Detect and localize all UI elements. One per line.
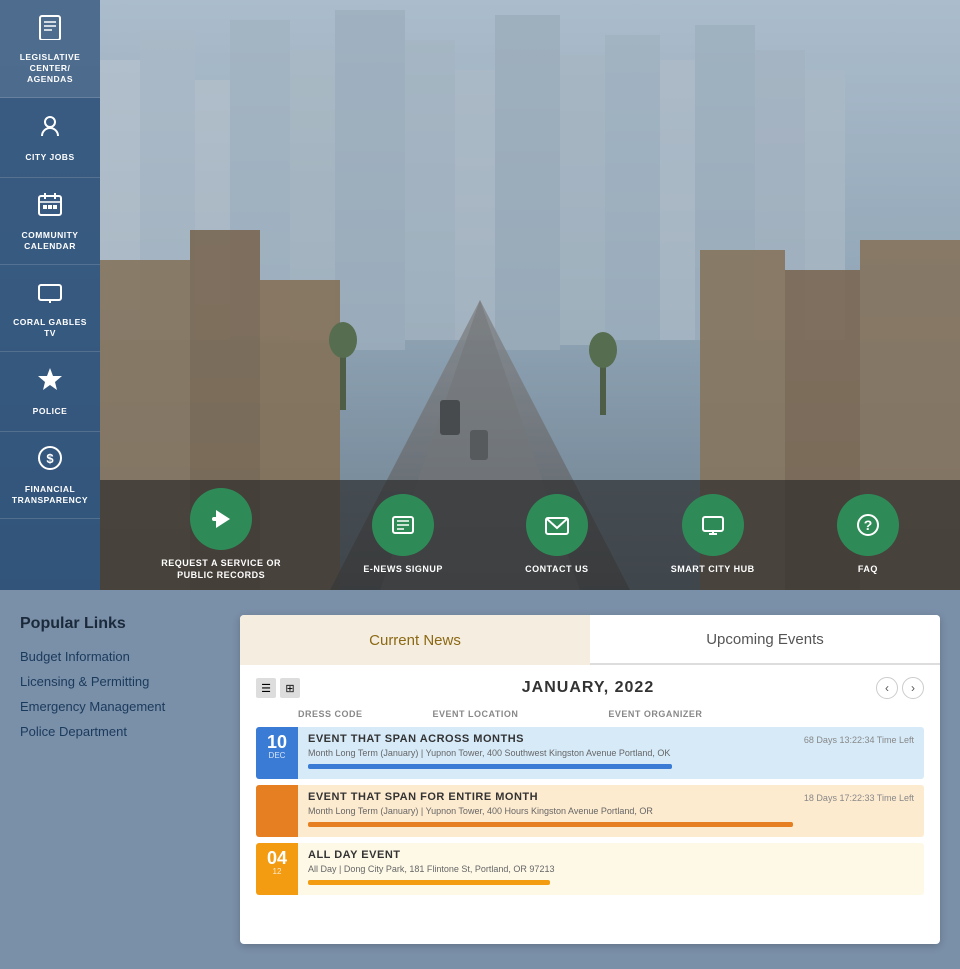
calendar-title: JANUARY, 2022 [522,679,654,697]
popular-links-title: Popular Links [20,615,220,633]
svg-text:?: ? [864,517,873,533]
col-dress-code: DRESS CODE [298,709,363,719]
legislative-icon [36,12,64,47]
event-title-2: EVENT THAT SPAN FOR ENTIRE MONTH [308,791,538,803]
tab-upcoming-events[interactable]: Upcoming Events [590,615,940,665]
col-event-organizer: EVENT ORGANIZER [608,709,702,719]
sidebar-label-calendar: COMMUNITY CALENDAR [6,230,94,252]
event-row-1[interactable]: 10 DEC EVENT THAT SPAN ACROSS MONTHS 68 … [256,727,924,779]
action-label-faq: FAQ [858,564,878,576]
event-details-2: Month Long Term (January) | Yupnon Tower… [308,806,914,816]
link-budget[interactable]: Budget Information [20,649,220,664]
smartcity-circle [682,494,744,556]
action-faq[interactable]: ? FAQ [837,494,899,576]
event-body-2: EVENT THAT SPAN FOR ENTIRE MONTH 18 Days… [298,785,924,837]
sidebar-label-police: POLICE [33,406,68,417]
news-panel: Current News Upcoming Events ☰ ⊞ JANUARY… [240,615,940,944]
event-row-2[interactable]: EVENT THAT SPAN FOR ENTIRE MONTH 18 Days… [256,785,924,837]
action-bar: REQUEST A SERVICE OR PUBLIC RECORDS E-NE… [100,480,960,590]
event-progress-1 [308,764,672,769]
hero-section: LEGISLATIVE CENTER/ AGENDAS CITY JOBS CO… [0,0,960,590]
sidebar-item-financial[interactable]: $ FINANCIAL TRANSPARENCY [0,432,100,519]
event-timer-2: 18 Days 17:22:33 Time Left [804,793,914,803]
police-icon [36,366,64,401]
action-label-request: REQUEST A SERVICE OR PUBLIC RECORDS [161,558,281,581]
link-police[interactable]: Police Department [20,724,220,739]
cal-prev[interactable]: ‹ [876,677,898,699]
event-date-num-3: 04 [267,849,287,867]
faq-circle: ? [837,494,899,556]
sidebar-item-calendar[interactable]: COMMUNITY CALENDAR [0,178,100,265]
svg-text:$: $ [46,451,54,466]
event-title-3: ALL DAY EVENT [308,849,401,861]
sidebar-label-legislative: LEGISLATIVE CENTER/ AGENDAS [6,52,94,85]
action-label-enews: E-NEWS SIGNUP [363,564,443,576]
cal-list-view[interactable]: ☰ [256,678,276,698]
link-emergency[interactable]: Emergency Management [20,699,220,714]
action-enews[interactable]: E-NEWS SIGNUP [363,494,443,576]
tv-icon [36,277,64,312]
event-body-3: ALL DAY EVENT All Day | Dong City Park, … [298,843,924,895]
action-request[interactable]: REQUEST A SERVICE OR PUBLIC RECORDS [161,488,281,581]
calendar-column-headers: DRESS CODE EVENT LOCATION EVENT ORGANIZE… [256,709,924,719]
sidebar-item-police[interactable]: POLICE [0,352,100,432]
financial-icon: $ [36,444,64,479]
event-date-box-2 [256,785,298,837]
cal-grid-view[interactable]: ⊞ [280,678,300,698]
event-row-3[interactable]: 04 12 ALL DAY EVENT All Day | Dong City … [256,843,924,895]
calendar-icon [36,190,64,225]
event-title-1: EVENT THAT SPAN ACROSS MONTHS [308,733,524,745]
event-progress-3 [308,880,550,885]
event-details-3: All Day | Dong City Park, 181 Flintone S… [308,864,914,874]
sidebar: LEGISLATIVE CENTER/ AGENDAS CITY JOBS CO… [0,0,100,590]
cal-view-icons: ☰ ⊞ [256,678,300,698]
event-timer-1: 68 Days 13:22:34 Time Left [804,735,914,745]
sidebar-label-financial: FINANCIAL TRANSPARENCY [6,484,94,506]
contact-circle [526,494,588,556]
col-event-location: EVENT LOCATION [433,709,519,719]
popular-links-panel: Popular Links Budget Information Licensi… [20,615,220,944]
action-smartcity[interactable]: SMART CITY HUB [671,494,755,576]
tab-current-news[interactable]: Current News [240,615,590,665]
action-label-smartcity: SMART CITY HUB [671,564,755,576]
link-licensing[interactable]: Licensing & Permitting [20,674,220,689]
calendar-nav: ☰ ⊞ JANUARY, 2022 ‹ › [256,677,924,699]
event-body-1: EVENT THAT SPAN ACROSS MONTHS 68 Days 13… [298,727,924,779]
calendar-content: ☰ ⊞ JANUARY, 2022 ‹ › DRESS CODE EVENT L… [240,665,940,913]
event-details-1: Month Long Term (January) | Yupnon Tower… [308,748,914,758]
event-date-sub-3: 12 [273,867,282,876]
news-tabs: Current News Upcoming Events [240,615,940,665]
event-date-sub-1: DEC [269,751,286,760]
city-jobs-icon [36,112,64,147]
event-date-num-1: 10 [267,733,287,751]
sidebar-item-tv[interactable]: CORAL GABLES TV [0,265,100,352]
request-circle [190,488,252,550]
cal-navigation: ‹ › [876,677,924,699]
bottom-section: Popular Links Budget Information Licensi… [0,590,960,969]
sidebar-label-tv: CORAL GABLES TV [6,317,94,339]
sidebar-label-city-jobs: CITY JOBS [25,152,74,163]
event-date-box-3: 04 12 [256,843,298,895]
event-progress-2 [308,822,793,827]
action-contact[interactable]: CONTACT US [525,494,588,576]
sidebar-item-legislative[interactable]: LEGISLATIVE CENTER/ AGENDAS [0,0,100,98]
action-label-contact: CONTACT US [525,564,588,576]
enews-circle [372,494,434,556]
sidebar-item-city-jobs[interactable]: CITY JOBS [0,98,100,178]
cal-next[interactable]: › [902,677,924,699]
event-date-box-1: 10 DEC [256,727,298,779]
